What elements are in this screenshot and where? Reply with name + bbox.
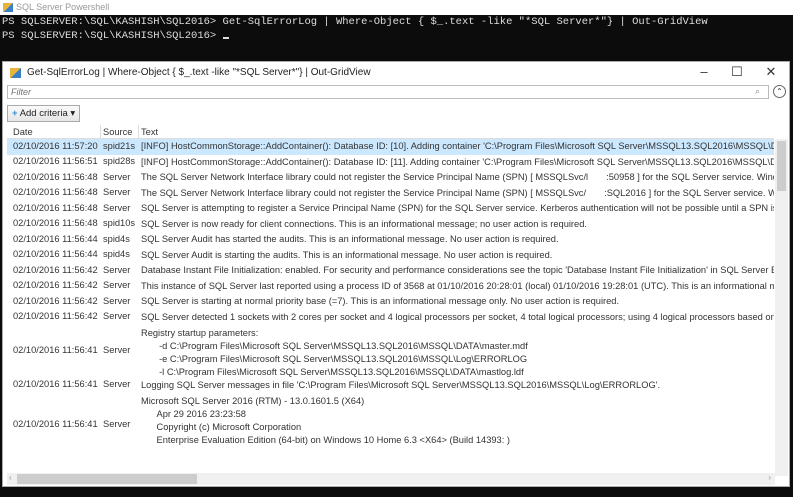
column-divider[interactable] (100, 125, 101, 139)
horizontal-scroll-thumb[interactable] (17, 474, 197, 484)
plus-icon: + (12, 108, 18, 119)
grid-title: Get-SqlErrorLog | Where-Object { $_.text… (27, 67, 371, 78)
table-header: Date Source Text (7, 125, 774, 139)
table-row[interactable]: 02/10/2016 11:56:44 spid4s SQL Server Audi… (7, 248, 774, 264)
text-cursor (222, 37, 229, 39)
console-line: PS SQLSERVER:\SQL\KASHISH\SQL2016> Get-S… (2, 16, 708, 28)
row-source: spid4s (103, 249, 130, 260)
row-date: 02/10/2016 11:56:48 (13, 187, 98, 198)
row-text: SQL Server detected 1 sockets with 2 cor… (141, 311, 774, 322)
row-date: 02/10/2016 11:56:51 (13, 156, 98, 167)
row-text: [INFO] HostCommonStorage::AddContainer()… (141, 141, 774, 152)
row-text: SQL Server is starting at normal priorit… (141, 296, 620, 307)
row-source: Server (103, 379, 131, 389)
row-source: spid10s (103, 218, 136, 229)
row-source: Server (103, 187, 131, 198)
scroll-right-icon[interactable]: › (768, 473, 771, 482)
table-row[interactable]: 02/10/2016 11:56:41 Server Registry startu… (7, 325, 774, 377)
dropdown-arrow-icon: ▾ (70, 108, 76, 119)
row-date: 02/10/2016 11:56:42 (13, 264, 98, 275)
console-line-prompt: PS SQLSERVER:\SQL\KASHISH\SQL2016> (2, 29, 708, 43)
row-date: 02/10/2016 11:57:20 (13, 140, 98, 151)
row-text: This instance of SQL Server last reporte… (141, 280, 774, 291)
table-row[interactable]: 02/10/2016 11:56:48 spid10s SQL Server is … (7, 217, 774, 233)
search-icon[interactable]: ⌕ (755, 86, 760, 97)
add-criteria-button[interactable]: + Add criteria ▾ (7, 105, 81, 122)
row-date: 02/10/2016 11:56:44 (13, 233, 98, 244)
row-source: spid21s (103, 140, 136, 151)
row-source: Server (103, 295, 131, 306)
filter-input[interactable] (7, 85, 769, 99)
table-row[interactable]: 02/10/2016 11:56:48 Server The SQL Server … (7, 186, 774, 202)
table-row[interactable]: 02/10/2016 11:57:20 spid21s [INFO] HostCom… (7, 139, 774, 155)
row-date: 02/10/2016 11:56:41 (13, 345, 98, 355)
row-date: 02/10/2016 11:56:41 (13, 419, 98, 429)
table-row[interactable]: 01/10/2016 00:00:49spid40sThis instance … (7, 457, 774, 461)
row-source: Server (103, 202, 131, 213)
row-date: 02/10/2016 11:56:44 (13, 249, 98, 260)
table-row[interactable]: 02/10/2016 11:56:48 Server SQL Server is a… (7, 201, 774, 217)
console-output[interactable]: PS SQLSERVER:\SQL\KASHISH\SQL2016> Get-S… (2, 15, 708, 43)
table-row[interactable]: 02/10/2016 11:56:42 Server This instance o… (7, 279, 774, 295)
collapse-filter-button[interactable]: ⌃ (773, 85, 786, 98)
row-source: Server (103, 345, 131, 355)
row-text: SQL Server Audit has started the audits.… (141, 234, 559, 245)
row-text: Logging SQL Server messages in file 'C:\… (141, 379, 661, 390)
table-row[interactable]: 02/10/2016 11:56:41 Server Logging SQL Ser… (7, 377, 774, 393)
row-text: SQL Server is now ready for client conne… (141, 218, 587, 229)
row-text: SQL Server Audit is starting the audits.… (141, 249, 553, 260)
powershell-title-bar: SQL Server Powershell (0, 0, 793, 15)
grid-view-window: Get-SqlErrorLog | Where-Object { $_.text… (2, 61, 790, 487)
column-header-source[interactable]: Source (103, 127, 132, 137)
grid-app-icon (10, 68, 21, 78)
row-date: 02/10/2016 11:56:48 (13, 171, 98, 182)
row-source: Server (103, 264, 131, 275)
row-source: Server (103, 311, 131, 322)
table-row[interactable]: 02/10/2016 11:56:48 Server The SQL Server … (7, 170, 774, 186)
row-date: 02/10/2016 11:56:42 (13, 295, 98, 306)
table-row[interactable]: 02/10/2016 11:56:41 Server Microsoft SQL S… (7, 393, 774, 457)
row-text: The SQL Server Network Interface library… (141, 187, 774, 198)
maximize-button[interactable]: ☐ (722, 64, 752, 80)
scroll-left-icon[interactable]: ‹ (9, 473, 12, 482)
table-row[interactable]: 02/10/2016 11:56:42 Server SQL Server is s… (7, 294, 774, 310)
row-date: 02/10/2016 11:56:41 (13, 379, 98, 389)
table-row[interactable]: 02/10/2016 11:56:51 spid28s [INFO] HostCom… (7, 155, 774, 171)
row-text: Database Instant File Initialization: en… (141, 265, 774, 276)
row-source: Server (103, 280, 131, 291)
row-source: spid28s (103, 156, 136, 167)
row-date: 02/10/2016 11:56:48 (13, 218, 98, 229)
powershell-title: SQL Server Powershell (16, 2, 110, 12)
table-row[interactable]: 02/10/2016 11:56:42 Server Database Instan… (7, 263, 774, 279)
row-source: Server (103, 171, 131, 182)
table-body: 02/10/2016 11:57:20 spid21s [INFO] HostCom… (7, 139, 774, 461)
table-row[interactable]: 02/10/2016 11:56:42 Server SQL Server dete… (7, 310, 774, 326)
results-table: Date Source Text 02/10/2016 11:57:20 spid… (7, 125, 774, 461)
vertical-scroll-thumb[interactable] (777, 141, 786, 191)
powershell-app-icon (3, 3, 13, 12)
table-row[interactable]: 02/10/2016 11:56:44 spid4s SQL Server Audi… (7, 232, 774, 248)
row-date: 02/10/2016 11:56:48 (13, 202, 98, 213)
column-header-text[interactable]: Text (141, 127, 158, 137)
row-text: [INFO] HostCommonStorage::AddContainer()… (141, 156, 774, 167)
vertical-scrollbar[interactable] (775, 139, 788, 476)
row-text: Microsoft SQL Server 2016 (RTM) - 13.0.1… (141, 396, 510, 445)
row-text: The SQL Server Network Interface library… (141, 172, 774, 183)
row-date: 02/10/2016 11:56:42 (13, 311, 98, 322)
horizontal-scrollbar[interactable]: ‹ › (7, 473, 775, 485)
row-text: Registry startup parameters: -d C:\Progr… (141, 328, 528, 377)
column-header-date[interactable]: Date (13, 127, 33, 137)
row-source: Server (103, 419, 131, 429)
column-divider[interactable] (138, 125, 139, 139)
row-source: spid4s (103, 233, 130, 244)
row-date: 02/10/2016 11:56:42 (13, 280, 98, 291)
minimize-button[interactable]: – (689, 64, 719, 79)
row-text: SQL Server is attempting to register a S… (141, 203, 774, 214)
close-button[interactable]: ✕ (756, 64, 786, 80)
grid-title-bar: Get-SqlErrorLog | Where-Object { $_.text… (3, 62, 789, 84)
